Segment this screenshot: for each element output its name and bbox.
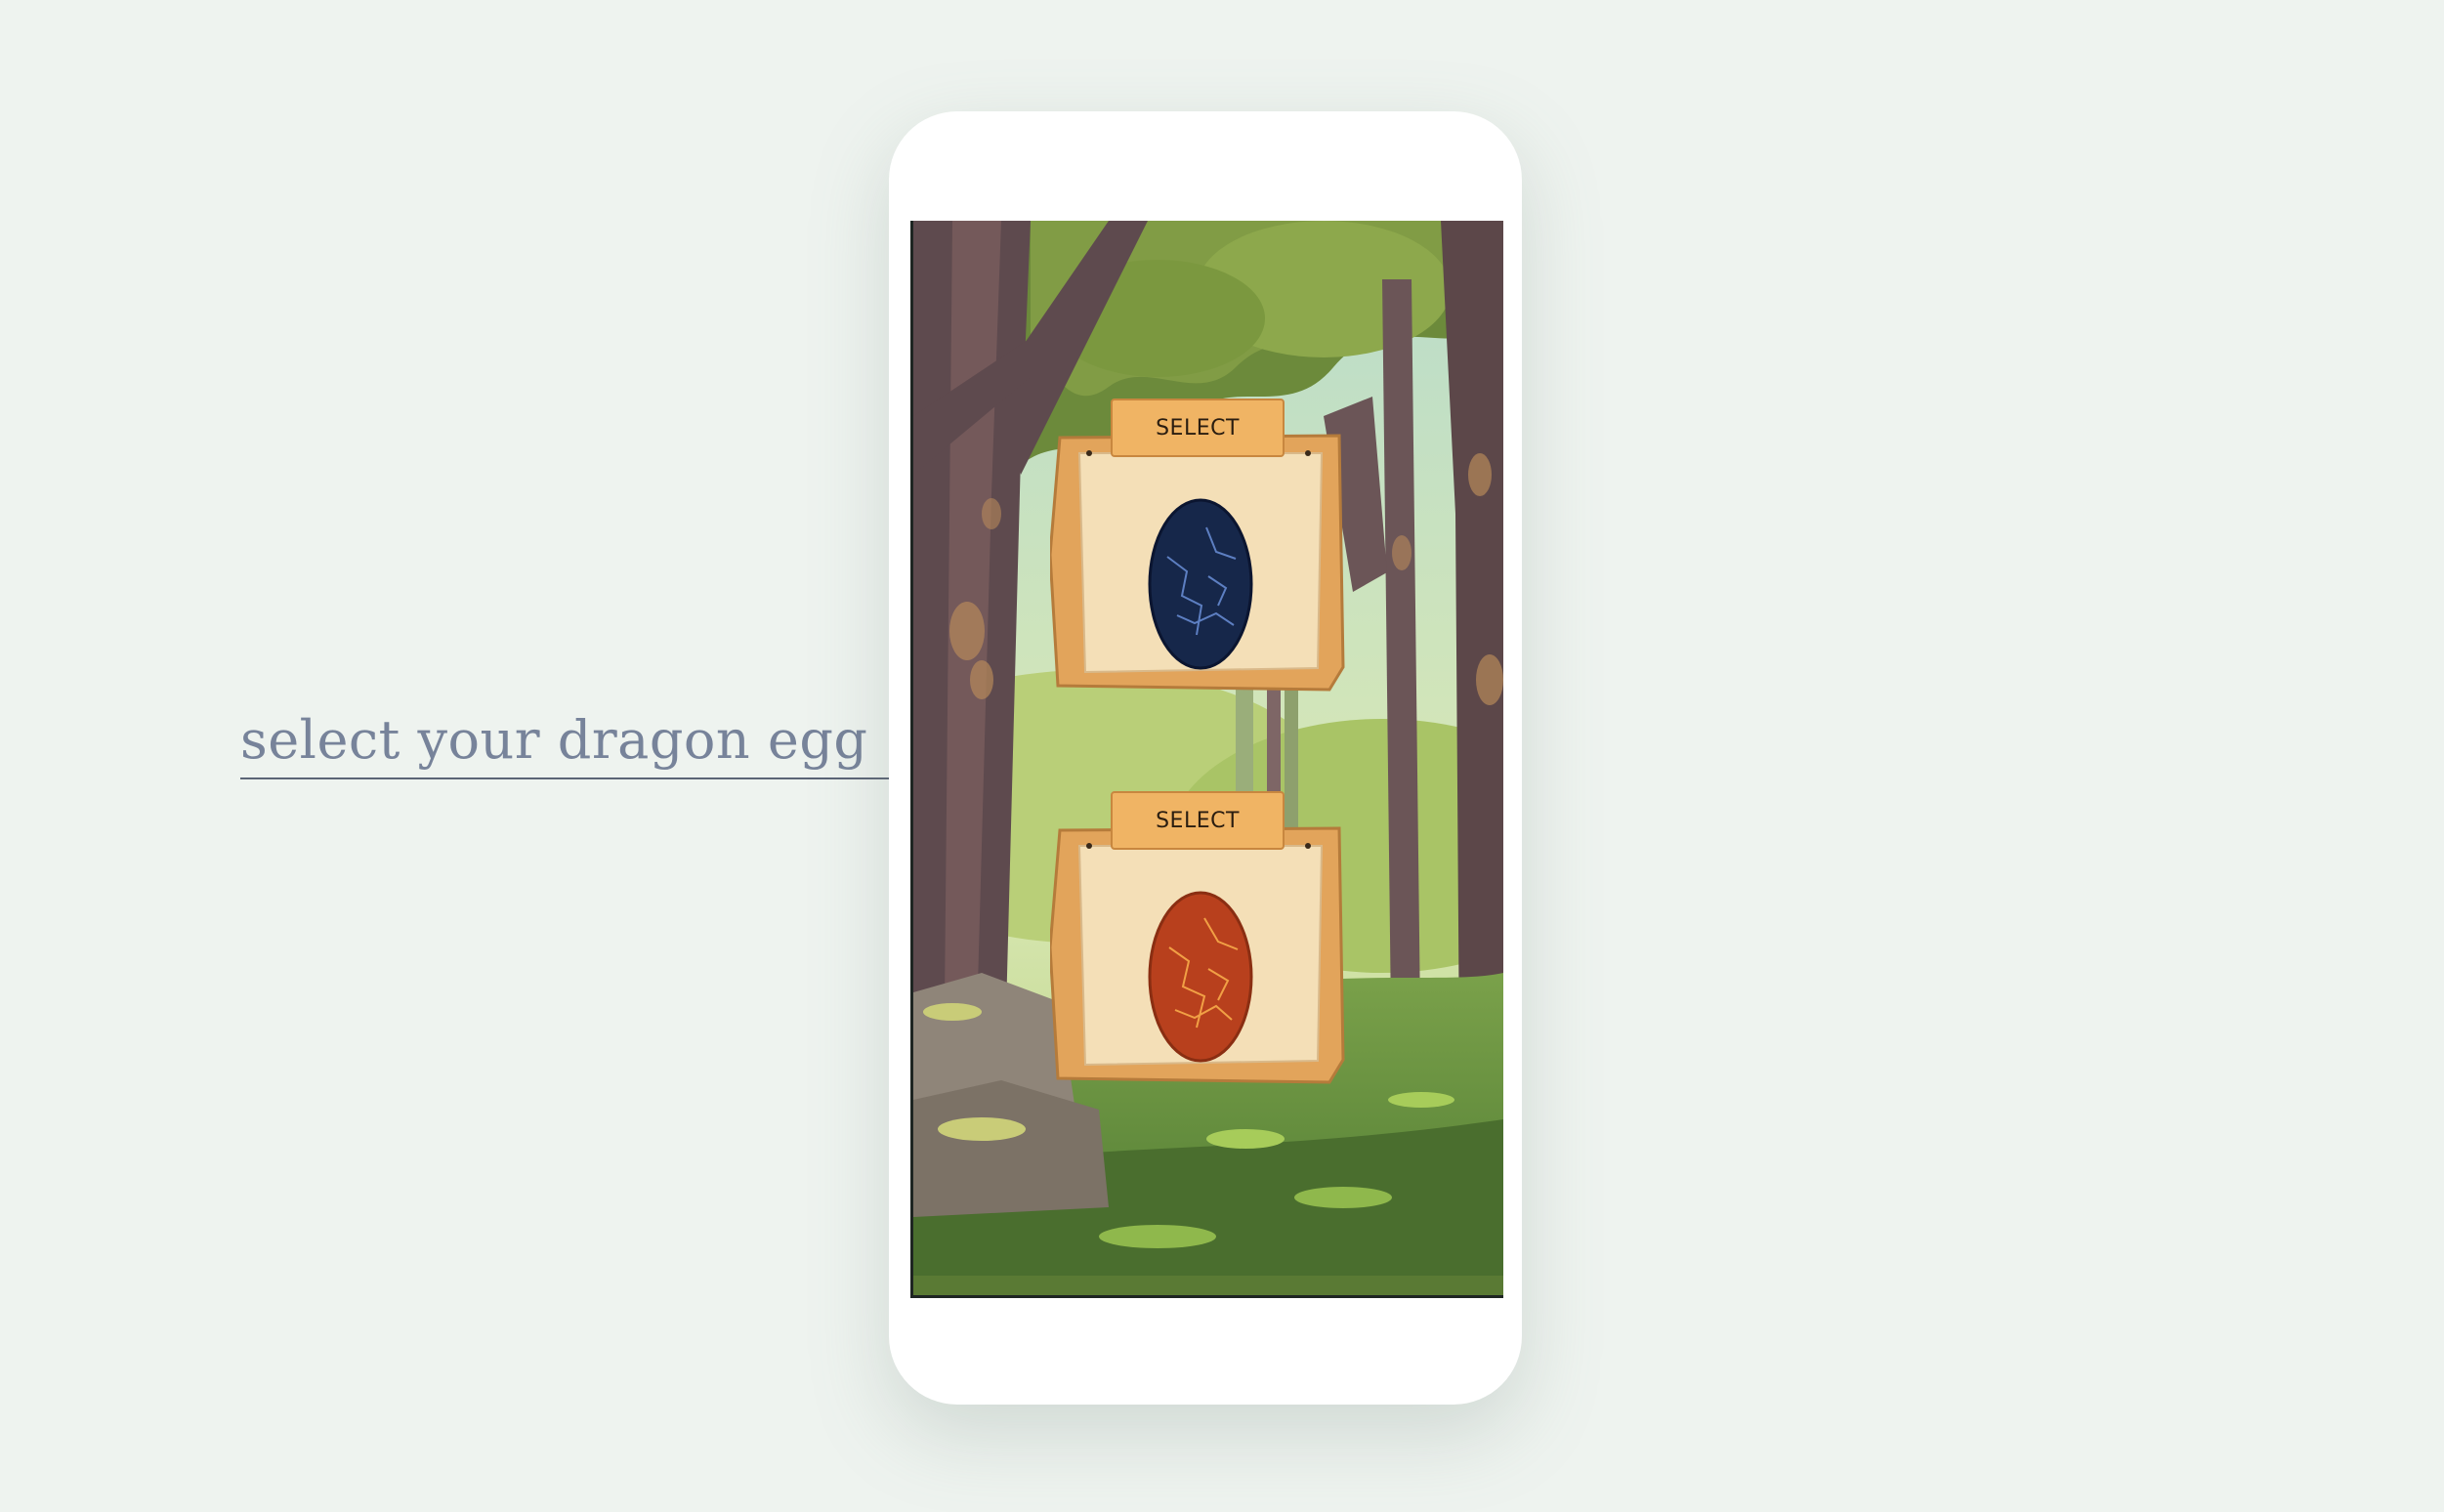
game-screen: SELECT SELECT xyxy=(910,221,1503,1298)
select-button[interactable]: SELECT xyxy=(1111,399,1285,457)
forest-background xyxy=(913,221,1503,1295)
egg-card-blue[interactable]: SELECT xyxy=(1050,399,1351,692)
select-button[interactable]: SELECT xyxy=(1111,791,1285,850)
blue-egg-icon[interactable] xyxy=(1148,498,1253,670)
annotation-leader-line xyxy=(240,777,971,779)
red-egg-icon[interactable] xyxy=(1148,891,1253,1063)
egg-card-red[interactable]: SELECT xyxy=(1050,791,1351,1084)
annotation-label: select your dragon egg xyxy=(240,709,868,771)
